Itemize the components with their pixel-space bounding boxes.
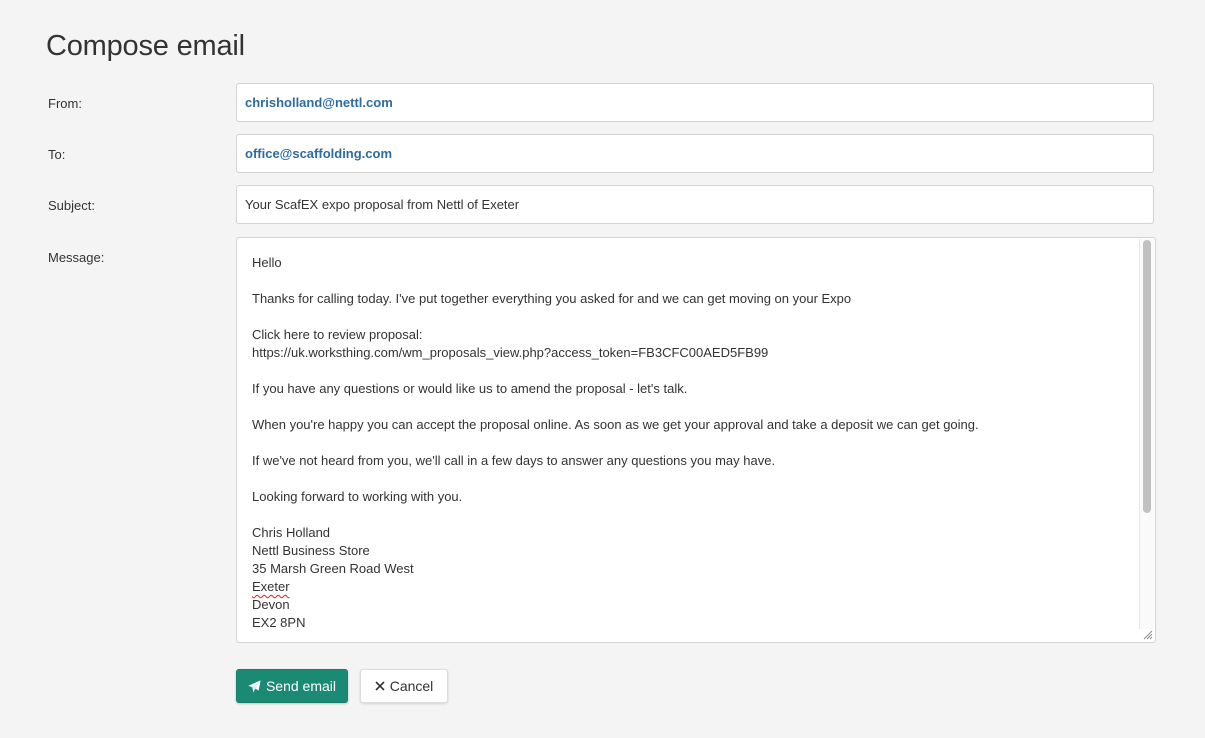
signature-city-line: Exeter bbox=[252, 578, 1135, 596]
subject-label: Subject: bbox=[48, 198, 95, 213]
resize-grip-icon[interactable] bbox=[1142, 629, 1153, 640]
scrollbar-thumb[interactable] bbox=[1143, 240, 1151, 513]
cancel-label: Cancel bbox=[389, 678, 434, 694]
signature-postcode: EX2 8PN bbox=[252, 615, 306, 630]
from-label: From: bbox=[48, 96, 82, 111]
signature-street: 35 Marsh Green Road West bbox=[252, 561, 414, 576]
to-field[interactable]: office@scaffolding.com bbox=[236, 134, 1154, 173]
to-value: office@scaffolding.com bbox=[245, 146, 393, 161]
compose-email-page: Compose email From: chrisholland@nettl.c… bbox=[0, 0, 1205, 738]
from-field[interactable]: chrisholland@nettl.com bbox=[236, 83, 1154, 122]
cancel-button[interactable]: Cancel bbox=[360, 669, 448, 703]
signature-company: Nettl Business Store bbox=[252, 543, 370, 558]
page-title: Compose email bbox=[46, 30, 245, 62]
send-email-button[interactable]: Send email bbox=[236, 669, 348, 703]
subject-field[interactable]: Your ScafEX expo proposal from Nettl of … bbox=[236, 185, 1154, 224]
message-follow-up: If we've not heard from you, we'll call … bbox=[252, 453, 776, 468]
message-greeting: Hello bbox=[252, 255, 282, 270]
message-accept: When you're happy you can accept the pro… bbox=[252, 417, 979, 432]
paper-plane-icon bbox=[248, 679, 261, 693]
message-intro: Thanks for calling today. I've put toget… bbox=[252, 291, 852, 306]
message-scrollbar[interactable] bbox=[1139, 239, 1154, 629]
message-review-prompt: Click here to review proposal: bbox=[252, 327, 423, 342]
signature-city: Exeter bbox=[252, 579, 290, 594]
subject-value: Your ScafEX expo proposal from Nettl of … bbox=[245, 197, 520, 212]
message-questions: If you have any questions or would like … bbox=[252, 381, 688, 396]
to-label: To: bbox=[48, 147, 66, 162]
from-value: chrisholland@nettl.com bbox=[245, 95, 393, 110]
message-body: Hello Thanks for calling today. I've put… bbox=[252, 254, 1135, 632]
message-closing: Looking forward to working with you. bbox=[252, 489, 463, 504]
signature-county: Devon bbox=[252, 597, 290, 612]
message-review-link: https://uk.worksthing.com/wm_proposals_v… bbox=[252, 345, 769, 360]
message-textarea[interactable]: Hello Thanks for calling today. I've put… bbox=[236, 237, 1156, 643]
message-label: Message: bbox=[48, 250, 105, 265]
signature-name: Chris Holland bbox=[252, 525, 331, 540]
send-email-label: Send email bbox=[265, 678, 337, 694]
close-icon bbox=[375, 681, 385, 691]
